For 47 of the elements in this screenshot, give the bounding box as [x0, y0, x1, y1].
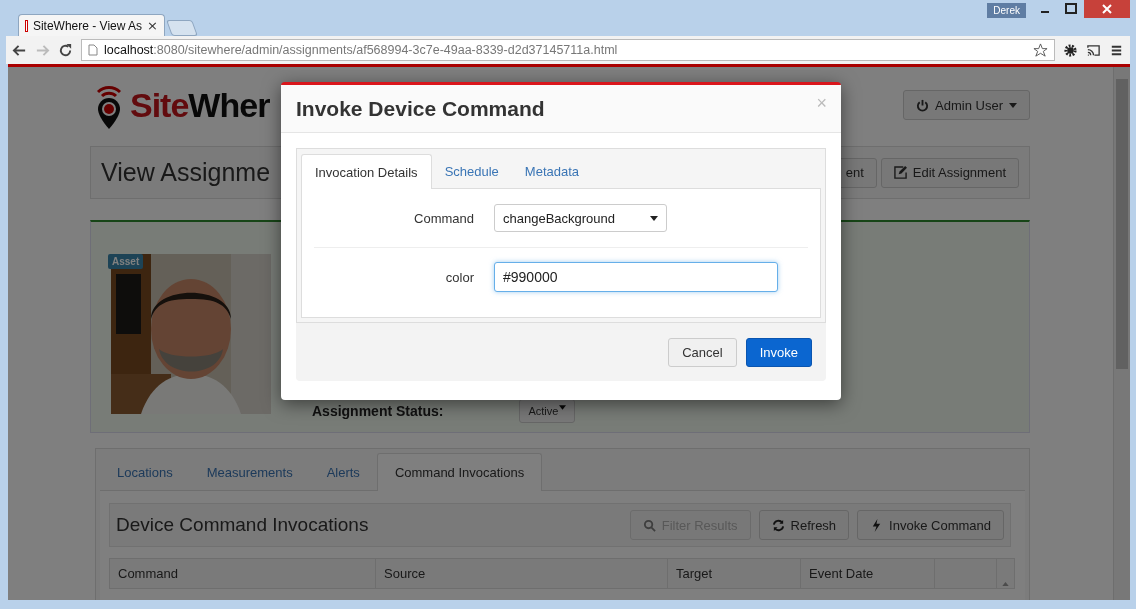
- close-tab-button[interactable]: ×: [147, 18, 158, 33]
- column-header[interactable]: Source: [376, 559, 668, 588]
- caret-icon: [1009, 102, 1017, 108]
- column-header[interactable]: Command: [110, 559, 376, 588]
- tab[interactable]: Alerts: [309, 454, 377, 490]
- edit-icon: [893, 166, 907, 179]
- field-label: color: [444, 269, 474, 285]
- field-label: Command: [413, 210, 474, 226]
- tab[interactable]: Locations: [100, 454, 190, 490]
- page-icon: [88, 44, 98, 56]
- caret-icon: [559, 404, 567, 410]
- page-title: View Assignme: [101, 158, 271, 187]
- power-icon: [916, 98, 930, 112]
- tab-title: SiteWhere - View As: [32, 18, 143, 33]
- tab[interactable]: Command Invocations: [376, 453, 543, 491]
- browser-tab[interactable]: SiteWhere - View As ×: [18, 14, 165, 36]
- dialog-button[interactable]: Invoke: [745, 337, 812, 367]
- profile-name[interactable]: Derek: [987, 3, 1026, 18]
- toolbar-button[interactable]: Invoke Command: [857, 510, 1004, 540]
- tab[interactable]: Metadata: [511, 155, 593, 188]
- section-title: Device Command Invocations: [116, 514, 369, 536]
- input-field[interactable]: #990000: [494, 262, 778, 292]
- address-bar[interactable]: localhost:8080/sitewhere/admin/assignments/af568994-3c7e-49aa-8339-d2d37145711a.html: [81, 39, 1055, 61]
- status-dropdown[interactable]: Active: [519, 399, 576, 423]
- tab[interactable]: Invocation Details: [301, 154, 432, 189]
- url-text: localhost:8080/sitewhere/admin/assignments/af568994-3c7e-49aa-8339-d2d37145711a.html: [104, 43, 619, 57]
- dialog-button[interactable]: Cancel: [668, 337, 737, 367]
- cast-icon[interactable]: [1086, 42, 1101, 58]
- reload-icon[interactable]: [58, 42, 73, 58]
- status-label: Assignment Status:: [312, 403, 444, 419]
- logo-text: SiteWher: [130, 85, 270, 125]
- star-icon[interactable]: [1033, 42, 1048, 58]
- column-header[interactable]: Target: [668, 559, 801, 588]
- tab[interactable]: Schedule: [431, 155, 512, 188]
- header-button[interactable]: Edit Assignment: [880, 157, 1019, 188]
- settings-icon[interactable]: [1063, 42, 1078, 58]
- scrollbar[interactable]: [1113, 67, 1130, 600]
- search-icon: [642, 518, 656, 532]
- refresh-icon: [771, 518, 785, 532]
- column-header[interactable]: Event Date: [801, 559, 935, 588]
- command-dropdown[interactable]: changeBackground: [494, 204, 667, 232]
- asset-badge: Asset: [108, 254, 144, 269]
- tab[interactable]: Measurements: [189, 454, 310, 490]
- close-icon[interactable]: [1084, 0, 1130, 18]
- dialog-title: Invoke Device Command: [296, 96, 546, 121]
- toolbar-button[interactable]: Refresh: [758, 510, 850, 540]
- user-menu-button[interactable]: Admin User: [903, 90, 1030, 120]
